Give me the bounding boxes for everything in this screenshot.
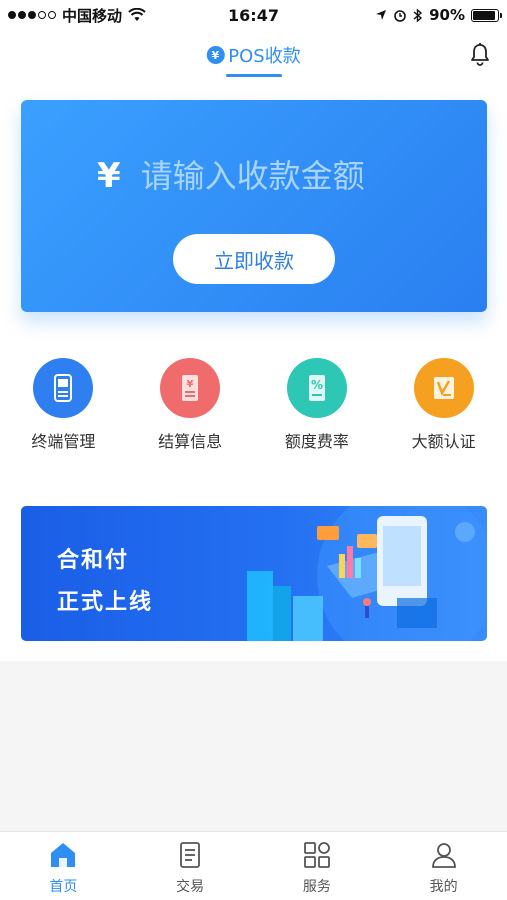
page-title: ¥ POS收款: [206, 42, 301, 68]
grid-icon: [303, 842, 330, 868]
tab-label: 交易: [176, 879, 205, 895]
quick-actions: 终端管理 ¥ 结算信息 % 额度费率 大额认证: [0, 358, 507, 452]
action-quota-rate[interactable]: % 额度费率: [254, 358, 381, 452]
banner-text: 合和付 正式上线: [57, 540, 153, 624]
status-left: 中国移动: [8, 5, 146, 26]
svg-text:%: %: [311, 378, 323, 392]
tab-home[interactable]: 首页: [0, 832, 127, 900]
alarm-clock-icon: [394, 10, 406, 22]
status-time: 16:47: [228, 5, 279, 25]
bluetooth-icon: [413, 7, 423, 23]
action-label: 终端管理: [31, 432, 96, 451]
action-label: 大额认证: [411, 432, 476, 451]
action-label: 结算信息: [158, 432, 223, 451]
battery-percent: 90%: [429, 6, 465, 24]
action-terminal-management[interactable]: 终端管理: [0, 358, 127, 452]
action-settlement-info[interactable]: ¥ 结算信息: [127, 358, 254, 452]
pos-terminal-icon: [33, 358, 94, 418]
header: ¥ POS收款: [0, 30, 507, 80]
document-icon: [180, 842, 201, 868]
tab-label: 服务: [302, 879, 331, 895]
status-right: 90%: [375, 6, 502, 24]
wifi-icon: [128, 8, 146, 21]
action-large-certification[interactable]: 大额认证: [380, 358, 507, 452]
carrier-name: 中国移动: [62, 6, 123, 25]
svg-text:¥: ¥: [187, 379, 194, 390]
certification-icon: [413, 358, 474, 418]
page-title-text: POS收款: [228, 46, 301, 67]
title-underline: [226, 74, 282, 77]
currency-symbol: ¥: [97, 156, 121, 196]
location-arrow-icon: [376, 10, 387, 20]
bell-icon[interactable]: [469, 42, 491, 66]
yen-badge-icon: ¥: [206, 46, 225, 64]
tab-label: 我的: [429, 879, 458, 895]
tab-transactions[interactable]: 交易: [127, 832, 254, 900]
action-label: 额度费率: [284, 432, 349, 451]
empty-content-area: [0, 661, 507, 831]
percent-document-icon: %: [286, 358, 347, 418]
status-bar: 中国移动 16:47 90%: [0, 0, 507, 30]
isometric-city-illustration: [247, 506, 487, 641]
tab-label: 首页: [49, 879, 78, 895]
user-icon: [431, 843, 456, 868]
banner-line-1: 合和付: [57, 548, 130, 573]
home-icon: [51, 843, 76, 867]
bottom-tab-bar: 首页 交易 服务 我的: [0, 831, 507, 900]
amount-card: ¥ 立即收款: [21, 100, 487, 312]
battery-icon: [471, 8, 502, 22]
amount-input[interactable]: [140, 157, 401, 195]
tab-profile[interactable]: 我的: [380, 832, 507, 900]
tab-services[interactable]: 服务: [254, 832, 381, 900]
amount-row: ¥: [97, 156, 401, 196]
collect-payment-button[interactable]: 立即收款: [173, 234, 335, 284]
signal-strength-icon: [8, 11, 56, 19]
banner-line-2: 正式上线: [57, 590, 154, 615]
settlement-receipt-icon: ¥: [160, 358, 221, 418]
promo-banner[interactable]: 合和付 正式上线: [21, 506, 487, 641]
